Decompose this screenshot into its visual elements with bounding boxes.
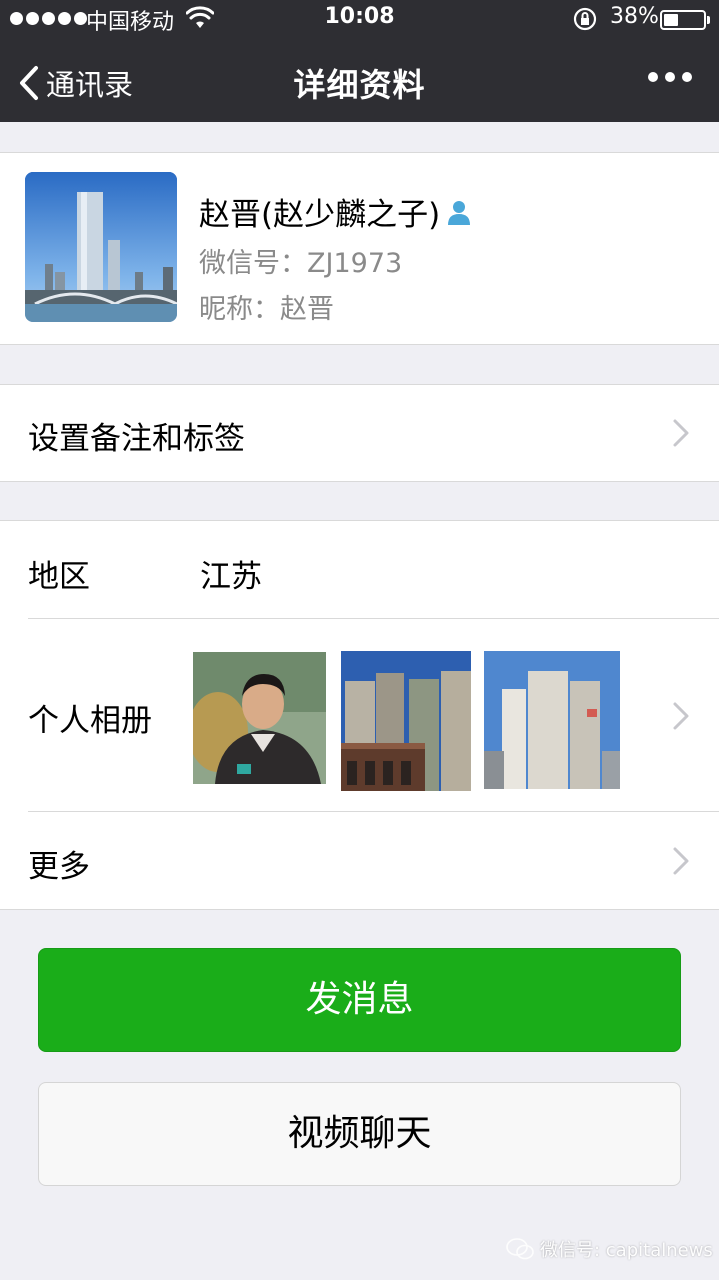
details-group: 地区 江苏 个人相册 更多 — [0, 520, 719, 910]
more-options-button[interactable] — [648, 72, 692, 82]
page-title: 详细资料 — [293, 66, 426, 104]
send-message-button[interactable]: 发消息 — [38, 948, 681, 1052]
album-photo-portrait — [193, 652, 326, 784]
status-bar: 中国移动 10:08 38% — [0, 0, 719, 40]
remark-tags-group: 设置备注和标签 — [0, 384, 719, 482]
battery-icon — [660, 10, 710, 30]
nickname: 昵称：赵晋 — [199, 294, 334, 325]
album-label: 个人相册 — [28, 703, 152, 739]
top-bar: 中国移动 10:08 38% 通讯录 详细资料 — [0, 0, 719, 122]
wechat-logo-icon — [506, 1238, 534, 1260]
watermark: 微信号: capitalnews — [506, 1236, 713, 1262]
remark-tags-cell[interactable]: 设置备注和标签 — [0, 385, 719, 481]
navigation-bar: 通讯录 详细资料 — [0, 40, 719, 122]
person-icon — [448, 200, 471, 225]
video-chat-button[interactable]: 视频聊天 — [38, 1082, 681, 1186]
more-label: 更多 — [28, 849, 90, 885]
chevron-right-icon — [673, 419, 689, 447]
profile-card: 赵晋(赵少麟之子) 微信号：ZJ1973 昵称：赵晋 — [0, 152, 719, 345]
remark-tags-label: 设置备注和标签 — [28, 421, 245, 457]
contact-name: 赵晋(赵少麟之子) — [199, 197, 441, 233]
avatar[interactable] — [25, 172, 177, 322]
battery-percent: 38% — [610, 4, 659, 29]
region-cell: 地区 江苏 — [0, 521, 719, 618]
watermark-text: 微信号: capitalnews — [540, 1240, 713, 1261]
region-label: 地区 — [28, 559, 90, 595]
battery-level — [664, 14, 679, 26]
name-row: 赵晋(赵少麟之子) — [199, 189, 474, 234]
album-cell[interactable]: 个人相册 — [0, 619, 719, 811]
wechat-id: 微信号：ZJ1973 — [199, 248, 403, 279]
avatar-cityscape-image — [25, 172, 177, 322]
rotation-lock-icon — [573, 7, 597, 31]
more-dots-icon — [648, 72, 658, 82]
album-photo-towers — [341, 651, 471, 791]
chevron-right-icon — [673, 702, 689, 730]
album-photo-buildings — [484, 651, 620, 789]
region-value: 江苏 — [200, 559, 262, 595]
chevron-right-icon — [673, 847, 689, 875]
more-cell[interactable]: 更多 — [0, 812, 719, 908]
